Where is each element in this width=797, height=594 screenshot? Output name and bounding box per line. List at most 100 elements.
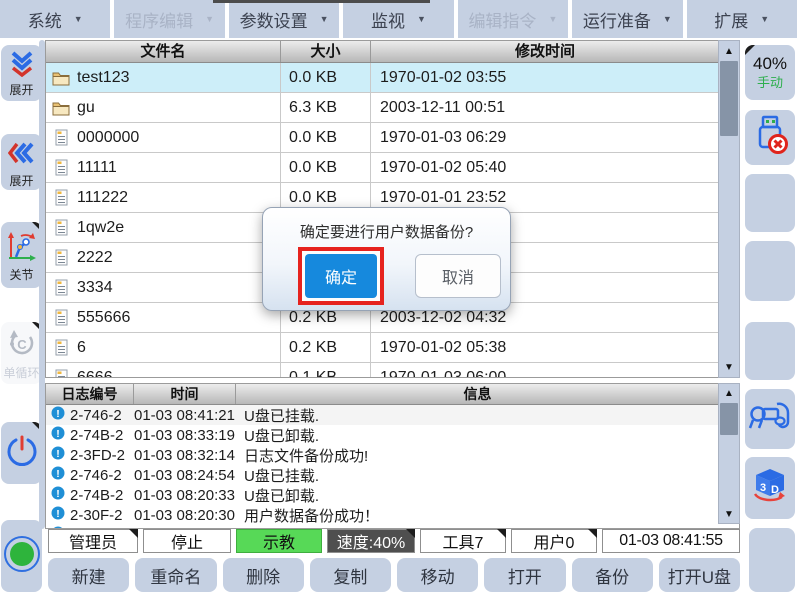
rename-button[interactable]: 重命名 xyxy=(135,558,216,592)
expand-down-button[interactable]: 展开 xyxy=(1,45,42,101)
hand-guide-button[interactable] xyxy=(745,389,795,449)
backup-button[interactable]: 备份 xyxy=(572,558,653,592)
log-id: 2-74B-2 xyxy=(70,487,123,504)
file-row[interactable]: 66660.1 KB1970-01-03 06:00 xyxy=(46,363,719,378)
svg-text:!: ! xyxy=(56,428,60,440)
file-name: 11111 xyxy=(77,159,117,177)
file-mtime: 1970-01-02 05:40 xyxy=(371,153,719,182)
menu-system[interactable]: 系统▼ xyxy=(0,0,110,38)
confirm-highlight-box: 确定 xyxy=(298,247,384,305)
log-row[interactable]: !2-30F-201-03 08:20:30用户数据备份成功！ xyxy=(46,505,739,525)
speed-mode-button[interactable]: 40% 手动 xyxy=(745,45,795,100)
scroll-up-icon[interactable]: ▲ xyxy=(719,43,739,59)
teach-pendant-screen: 系统▼ 程序编辑▼ 参数设置▼ 监视▼ 编辑指令▼ 运行准备▼ 扩展▼ 展开 展… xyxy=(0,0,797,594)
log-row[interactable]: !2-746-201-03 08:24:54U盘已挂载. xyxy=(46,465,739,485)
log-id: 2-30F-2 xyxy=(70,507,123,524)
menu-bar: 系统▼ 程序编辑▼ 参数设置▼ 监视▼ 编辑指令▼ 运行准备▼ 扩展▼ xyxy=(0,0,797,38)
log-table-scrollbar[interactable]: ▲ ▼ xyxy=(718,383,740,524)
column-header-log-info[interactable]: 信息 xyxy=(236,384,719,404)
log-time: 01-03 08:41:21 xyxy=(134,407,236,424)
folder-icon xyxy=(52,70,70,86)
file-name: 111222 xyxy=(77,189,128,207)
info-icon: ! xyxy=(51,446,65,464)
usb-status-button[interactable] xyxy=(745,110,795,165)
log-row[interactable]: !2-74B-201-03 08:33:19U盘已卸载. xyxy=(46,425,739,445)
menu-parameter-settings[interactable]: 参数设置▼ xyxy=(229,0,339,38)
info-icon: ! xyxy=(51,506,65,524)
column-header-log-id[interactable]: 日志编号 xyxy=(46,384,134,404)
file-mtime: 1970-01-03 06:29 xyxy=(371,123,719,152)
power-button[interactable] xyxy=(1,422,42,484)
folder-icon xyxy=(52,100,70,116)
copy-button[interactable]: 复制 xyxy=(310,558,391,592)
delete-button[interactable]: 删除 xyxy=(223,558,304,592)
joint-coordinate-button[interactable]: 关节 xyxy=(1,222,42,288)
svg-text:!: ! xyxy=(56,468,60,480)
scrollbar-thumb[interactable] xyxy=(720,403,738,435)
column-header-mtime[interactable]: 修改时间 xyxy=(371,41,719,62)
confirm-button[interactable]: 确定 xyxy=(305,254,377,298)
file-row[interactable]: 0000000 0.0 KB1970-01-03 06:29 xyxy=(46,123,719,153)
log-time: 01-03 08:20:30 xyxy=(134,507,236,524)
status-tool[interactable]: 工具7 xyxy=(420,529,506,553)
svg-text:3: 3 xyxy=(760,482,766,494)
svg-text:!: ! xyxy=(56,508,60,520)
scroll-down-icon[interactable]: ▼ xyxy=(719,506,739,522)
scroll-down-icon[interactable]: ▼ xyxy=(719,359,739,375)
expand-down-icon xyxy=(7,50,37,82)
file-size: 6.3 KB xyxy=(281,93,371,122)
new-button[interactable]: 新建 xyxy=(48,558,129,592)
cancel-button[interactable]: 取消 xyxy=(415,254,501,298)
menu-extend[interactable]: 扩展▼ xyxy=(687,0,797,38)
file-row[interactable]: 60.2 KB1970-01-02 05:38 xyxy=(46,333,719,363)
file-table-scrollbar[interactable]: ▲ ▼ xyxy=(718,40,740,378)
right-empty-button-4[interactable] xyxy=(749,528,795,592)
status-speed[interactable]: 速度:40% xyxy=(327,529,415,553)
open-button[interactable]: 打开 xyxy=(484,558,565,592)
svg-text:D: D xyxy=(771,484,779,496)
expand-left-button[interactable]: 展开 xyxy=(1,134,42,190)
chevron-down-icon: ▼ xyxy=(74,14,83,24)
log-message: U盘已卸载. xyxy=(236,485,739,506)
right-empty-button-1[interactable] xyxy=(745,174,795,232)
scroll-up-icon[interactable]: ▲ xyxy=(719,385,739,401)
file-icon xyxy=(52,189,70,206)
file-row[interactable]: 111110.0 KB1970-01-02 05:40 xyxy=(46,153,719,183)
file-row[interactable]: gu6.3 KB2003-12-11 00:51 xyxy=(46,93,719,123)
menu-run-prepare[interactable]: 运行准备▼ xyxy=(572,0,682,38)
menu-edit-command: 编辑指令▼ xyxy=(458,0,568,38)
move-button[interactable]: 移动 xyxy=(397,558,478,592)
status-user-role[interactable]: 管理员 xyxy=(48,529,138,553)
column-header-log-time[interactable]: 时间 xyxy=(134,384,236,404)
log-row[interactable]: !2-3FD-201-03 08:32:14日志文件备份成功! xyxy=(46,445,739,465)
open-usb-button[interactable]: 打开U盘 xyxy=(659,558,740,592)
file-name: 3334 xyxy=(77,279,113,297)
file-size: 0.0 KB xyxy=(281,123,371,152)
log-table: 日志编号 时间 信息 !2-746-201-03 08:41:21U盘已挂载.!… xyxy=(45,383,740,529)
status-user-frame[interactable]: 用户0 xyxy=(511,529,597,553)
log-message: U盘已卸载. xyxy=(236,425,739,446)
log-time: 01-03 08:24:54 xyxy=(134,467,236,484)
file-icon xyxy=(52,159,70,176)
menu-monitor[interactable]: 监视▼ xyxy=(343,0,453,38)
column-header-filename[interactable]: 文件名 xyxy=(46,41,281,62)
file-name: 0000000 xyxy=(77,129,139,147)
status-run-state[interactable]: 停止 xyxy=(143,529,231,553)
info-icon: ! xyxy=(51,426,65,444)
right-empty-button-2[interactable] xyxy=(745,241,795,301)
log-row[interactable]: !2-746-201-03 08:41:21U盘已挂载. xyxy=(46,405,739,425)
status-teach-mode[interactable]: 示教 xyxy=(236,529,322,553)
single-cycle-button: C 单循环 xyxy=(1,322,42,384)
servo-ready-button[interactable] xyxy=(1,520,42,592)
file-icon xyxy=(52,339,70,356)
right-empty-button-3[interactable] xyxy=(745,322,795,380)
file-icon xyxy=(52,309,70,326)
file-name: gu xyxy=(77,99,95,117)
column-header-size[interactable]: 大小 xyxy=(281,41,371,62)
chevron-down-icon: ▼ xyxy=(320,14,329,24)
log-row[interactable]: !2-74B-201-03 08:20:33U盘已卸载. xyxy=(46,485,739,505)
file-row[interactable]: test1230.0 KB1970-01-02 03:55 xyxy=(46,63,719,93)
status-bar: 管理员 停止 示教 速度:40% 工具7 用户0 01-03 08:41:55 xyxy=(48,529,740,553)
scrollbar-thumb[interactable] xyxy=(720,61,738,136)
3d-view-button[interactable]: 3D xyxy=(745,457,795,519)
